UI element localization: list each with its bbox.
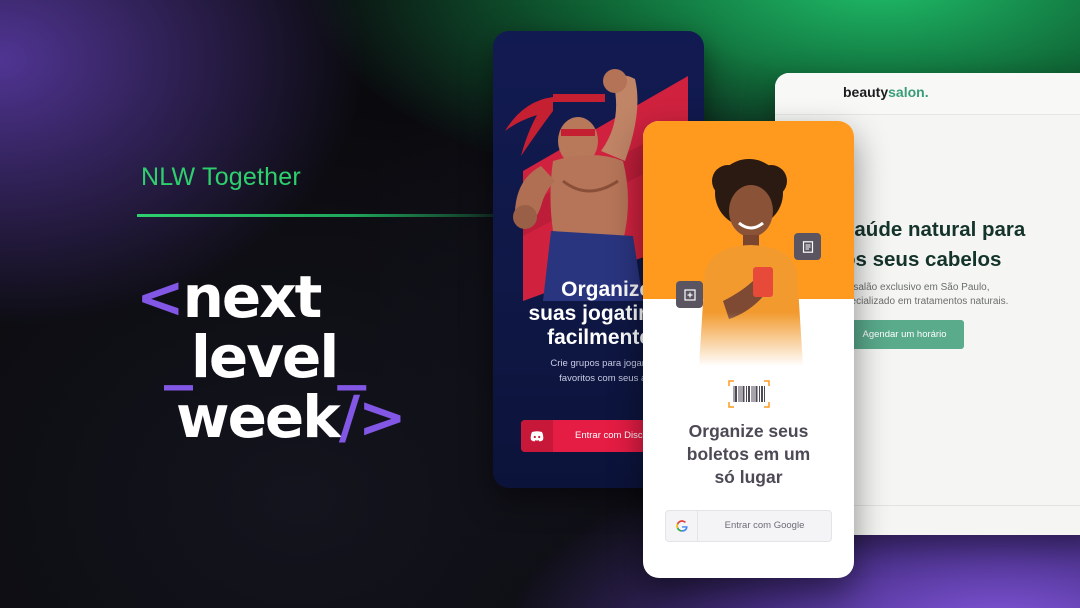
- discord-icon: [521, 420, 553, 452]
- boletos-title-line: boletos em um: [686, 444, 811, 464]
- game-heading: Organize suas jogatin facilmente: [493, 278, 651, 350]
- salon-hero-heading: saúde natural para os seus cabelos: [843, 215, 1025, 275]
- logo-word-next: next: [182, 263, 323, 331]
- divider-line: [137, 214, 497, 217]
- schedule-button[interactable]: Agendar um horário: [845, 320, 964, 349]
- google-button-label: Entrar com Google: [724, 520, 805, 531]
- google-login-button[interactable]: Entrar com Google: [665, 510, 832, 542]
- game-heading-line: suas jogatin: [528, 302, 651, 325]
- boletos-title-line: só lugar: [714, 467, 783, 487]
- salon-hero-line: os seus cabelos: [843, 248, 1002, 271]
- salon-hero-line: saúde natural para: [843, 218, 1026, 241]
- boletos-app-mockup: Organize seus boletos em um só lugar Ent…: [643, 121, 854, 578]
- boletos-title: Organize seus boletos em um só lugar: [643, 420, 854, 489]
- salon-logo-part2: salon.: [888, 84, 929, 100]
- logo-bracket: <: [136, 263, 185, 331]
- boletos-title-line: Organize seus: [688, 421, 809, 441]
- google-icon: [666, 511, 698, 541]
- document-icon: [794, 233, 821, 260]
- logo-row-level: _level_: [164, 328, 366, 386]
- logo-closing-tag: />: [338, 383, 407, 451]
- logo-word-level: level: [191, 323, 339, 391]
- game-heading-line: facilmente: [547, 326, 651, 349]
- logo-row-next: <next: [136, 268, 322, 326]
- logo-underscore: _: [337, 323, 366, 391]
- salon-logo[interactable]: beautysalon.: [843, 84, 929, 100]
- event-subtitle: NLW Together: [141, 163, 301, 191]
- add-box-icon: [676, 281, 703, 308]
- next-level-week-logo: <next _level_ week/>: [136, 268, 407, 453]
- salon-description-line: n salão exclusivo em São Paulo,: [845, 282, 990, 293]
- logo-underscore: _: [164, 323, 193, 391]
- salon-description: n salão exclusivo em São Paulo, pecializ…: [845, 281, 1008, 309]
- salon-description-line: pecializado em tratamentos naturais.: [845, 296, 1009, 307]
- game-heading-line: Organize: [561, 278, 651, 301]
- logo-row-week: week/>: [176, 388, 407, 446]
- salon-logo-part1: beauty: [843, 84, 889, 100]
- barcode-scan-icon: [728, 380, 770, 408]
- salon-header: beautysalon.: [775, 73, 1080, 115]
- logo-word-week: week: [176, 383, 341, 451]
- discord-button-label: Entrar com Disco: [575, 430, 648, 441]
